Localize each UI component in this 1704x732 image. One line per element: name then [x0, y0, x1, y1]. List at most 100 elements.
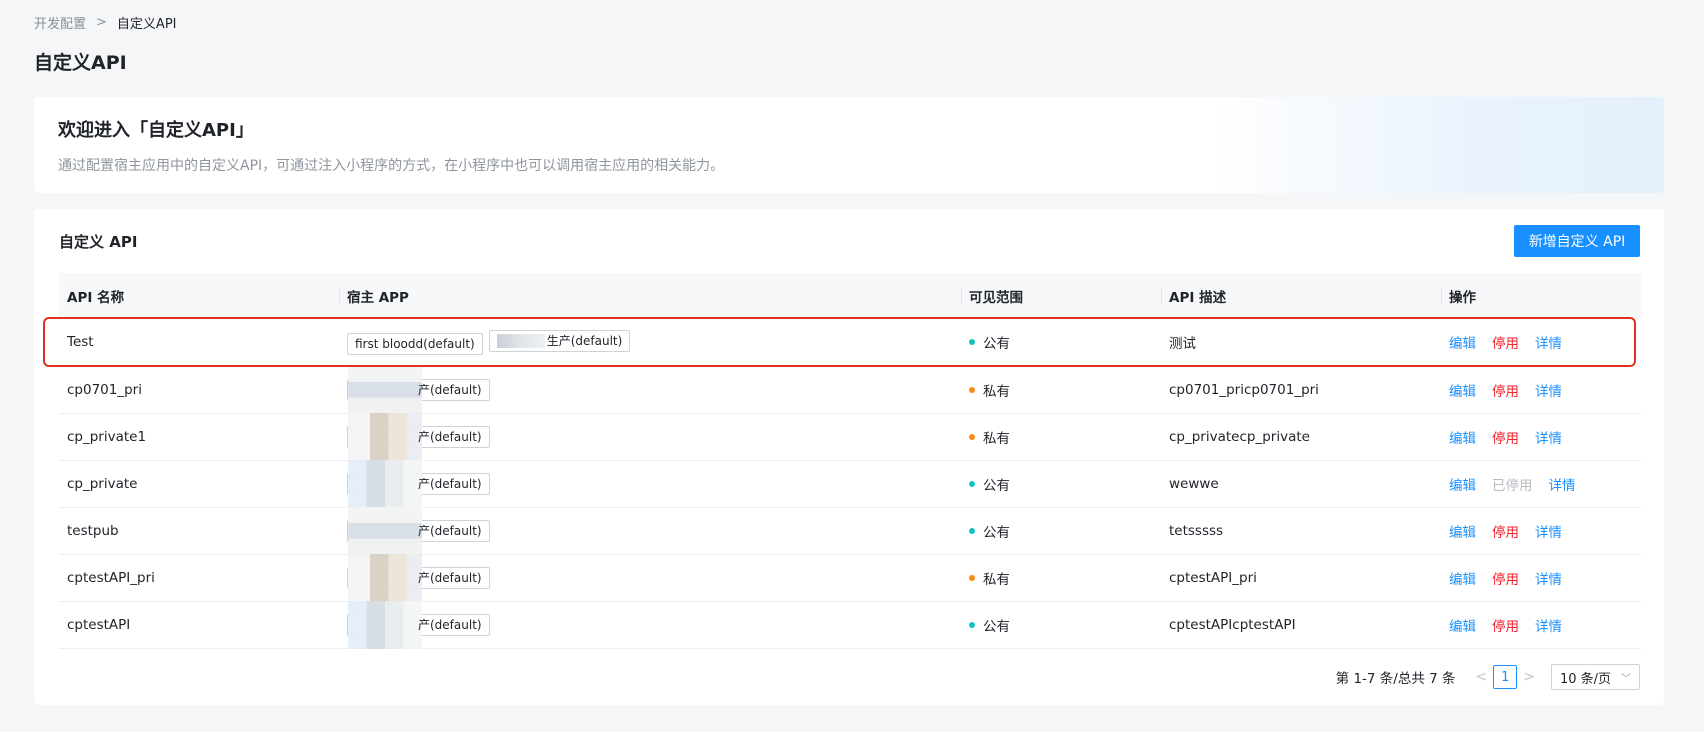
actions-cell: 编辑 停用 详情: [1441, 601, 1641, 649]
host-app-cell: 产(default): [339, 459, 961, 508]
visibility-cell: 私有: [961, 413, 1161, 461]
actions-cell: 编辑 停用 详情: [1441, 507, 1641, 555]
visibility-label: 私有: [983, 571, 1010, 588]
visibility-label: 私有: [983, 383, 1010, 400]
detail-link[interactable]: 详情: [1535, 619, 1562, 635]
add-custom-api-button[interactable]: 新增自定义 API: [1514, 225, 1640, 257]
actions-cell: 编辑 停用 详情: [1441, 554, 1641, 602]
page-size-select[interactable]: 10 条/页 ﹀: [1551, 664, 1640, 690]
api-desc-cell: cptestAPIcptestAPI: [1161, 601, 1441, 649]
visibility-status: 公有: [969, 521, 1010, 541]
edit-link[interactable]: 编辑: [1449, 572, 1476, 588]
chevron-down-icon: ﹀: [1621, 673, 1631, 685]
detail-link[interactable]: 详情: [1535, 431, 1562, 447]
header-api-name: API 名称: [59, 273, 339, 319]
visibility-label: 公有: [983, 336, 1010, 353]
table-header-row: API 名称 宿主 APP 可见范围 API 描述 操作: [59, 273, 1641, 319]
host-app-tag-label: 产(default): [418, 383, 482, 397]
visibility-cell: 私有: [961, 554, 1161, 602]
status-dot-icon: [969, 527, 975, 534]
visibility-cell: 公有: [961, 601, 1161, 649]
page-title: 自定义API: [34, 52, 127, 74]
api-name-cell: cp0701_pri: [59, 366, 339, 414]
visibility-status: 公有: [969, 332, 1010, 352]
redacted-block: [348, 506, 422, 555]
visibility-cell: 公有: [961, 319, 1161, 367]
redacted-block: [348, 600, 422, 649]
header-visibility: 可见范围: [961, 273, 1161, 319]
api-name-cell: Test: [59, 319, 339, 367]
detail-link[interactable]: 详情: [1535, 384, 1562, 400]
pagination-total: 第 1-7 条/总共 7 条: [1335, 671, 1456, 687]
pagination-next-icon[interactable]: >: [1523, 669, 1535, 685]
host-app-tag: 产(default): [347, 600, 490, 649]
disable-link[interactable]: 停用: [1492, 384, 1519, 400]
host-app-cell: 产(default): [339, 412, 961, 461]
edit-link[interactable]: 编辑: [1449, 431, 1476, 447]
host-app-tag-label: 产(default): [418, 618, 482, 632]
breadcrumb-parent[interactable]: 开发配置: [34, 13, 86, 32]
actions-cell: 编辑 停用 详情: [1441, 366, 1641, 414]
disable-link[interactable]: 停用: [1492, 431, 1519, 447]
page-size-value: 10 条/页: [1560, 671, 1612, 687]
visibility-label: 公有: [983, 618, 1010, 635]
header-actions: 操作: [1441, 273, 1641, 319]
host-app-tag: 产(default): [347, 365, 490, 414]
api-name-cell: cp_private: [59, 460, 339, 508]
table-row: cp_private1 产(default) 私有 cp_privatecp_priv…: [59, 412, 1641, 461]
api-desc-cell: cptestAPI_pri: [1161, 554, 1441, 602]
visibility-label: 私有: [983, 430, 1010, 447]
visibility-status: 公有: [969, 474, 1010, 494]
status-dot-icon: [969, 621, 975, 628]
breadcrumb: 开发配置 > 自定义API: [34, 12, 177, 32]
api-desc-cell: wewwe: [1161, 460, 1441, 508]
detail-link[interactable]: 详情: [1549, 478, 1576, 494]
api-name-cell: cp_private1: [59, 413, 339, 461]
panel-title: 自定义 API: [59, 233, 138, 251]
disable-link[interactable]: 停用: [1492, 336, 1519, 352]
stopped-label: 已停用: [1492, 477, 1533, 494]
host-app-cell: 产(default): [339, 553, 961, 602]
api-list-panel: 自定义 API 新增自定义 API API 名称 宿主 APP 可见范围 API…: [34, 209, 1664, 705]
edit-link[interactable]: 编辑: [1449, 525, 1476, 541]
actions-cell: 编辑 停用 详情: [1441, 319, 1641, 367]
pagination-prev-icon[interactable]: <: [1476, 669, 1488, 685]
status-dot-icon: [969, 433, 975, 440]
edit-link[interactable]: 编辑: [1449, 384, 1476, 400]
api-name-cell: testpub: [59, 507, 339, 555]
visibility-cell: 公有: [961, 507, 1161, 555]
host-app-tag-label: 产(default): [418, 571, 482, 585]
host-app-tag-label: 产(default): [418, 524, 482, 538]
detail-link[interactable]: 详情: [1535, 525, 1562, 541]
redacted-block: [348, 553, 422, 602]
disable-link[interactable]: 停用: [1492, 572, 1519, 588]
edit-link[interactable]: 编辑: [1449, 619, 1476, 635]
actions-cell: 编辑 停用 详情: [1441, 413, 1641, 461]
visibility-status: 公有: [969, 615, 1010, 635]
api-name-cell: cptestAPI_pri: [59, 554, 339, 602]
actions-cell: 编辑 已停用 详情: [1441, 460, 1641, 508]
welcome-banner: 欢迎进入「自定义API」 通过配置宿主应用中的自定义API，可通过注入小程序的方…: [34, 97, 1664, 193]
table-row: testpub 产(default) 公有 tetsssss 编辑 停用 详情: [59, 506, 1641, 555]
detail-link[interactable]: 详情: [1535, 336, 1562, 352]
visibility-status: 私有: [969, 380, 1010, 400]
status-dot-icon: [969, 386, 975, 393]
table-row: Test first bloodd(default) 生产(default) 公有 测试…: [59, 319, 1641, 367]
detail-link[interactable]: 详情: [1535, 572, 1562, 588]
breadcrumb-separator: >: [96, 14, 107, 30]
redacted-block: [348, 459, 422, 508]
edit-link[interactable]: 编辑: [1449, 478, 1476, 494]
edit-link[interactable]: 编辑: [1449, 336, 1476, 352]
host-app-cell: 产(default): [339, 600, 961, 649]
visibility-cell: 私有: [961, 366, 1161, 414]
redacted-block: [496, 333, 545, 348]
disable-link[interactable]: 停用: [1492, 525, 1519, 541]
visibility-status: 私有: [969, 568, 1010, 588]
table-row: cp0701_pri 产(default) 私有 cp0701_pricp0701_p…: [59, 365, 1641, 414]
disable-link[interactable]: 停用: [1492, 619, 1519, 635]
pagination-page-1[interactable]: 1: [1493, 665, 1518, 689]
host-app-tag: first bloodd(default): [347, 332, 483, 355]
table-row: cp_private 产(default) 公有 wewwe 编辑 已停用 详情: [59, 459, 1641, 508]
redacted-block: [348, 365, 422, 414]
api-desc-cell: 测试: [1161, 319, 1441, 367]
